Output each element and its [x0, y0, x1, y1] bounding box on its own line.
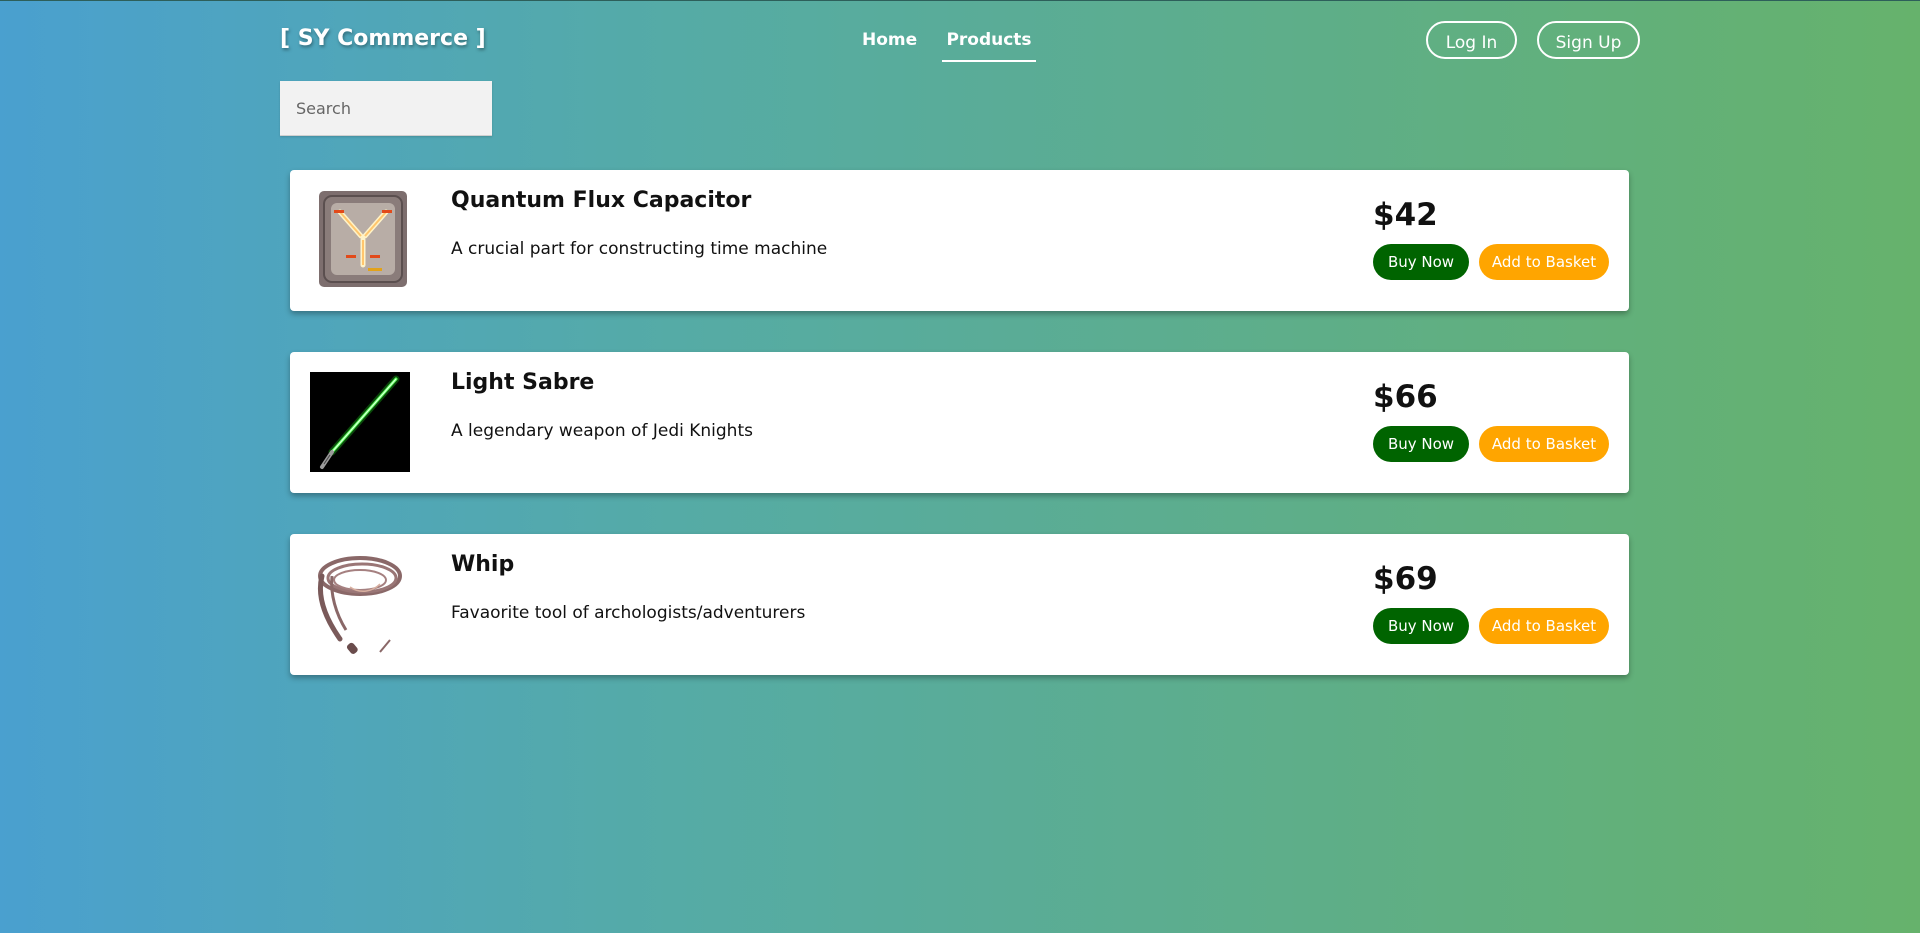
- buy-now-button[interactable]: Buy Now: [1373, 426, 1469, 462]
- buy-now-button[interactable]: Buy Now: [1373, 244, 1469, 280]
- product-price: $66: [1373, 379, 1438, 415]
- add-to-basket-button[interactable]: Add to Basket: [1479, 244, 1609, 280]
- nav-link-products[interactable]: Products: [942, 30, 1036, 62]
- signup-button[interactable]: Sign Up: [1537, 21, 1640, 59]
- product-price: $69: [1373, 561, 1438, 597]
- light-sabre-image: [310, 372, 410, 472]
- top-border: [0, 0, 1920, 1]
- add-to-basket-button[interactable]: Add to Basket: [1479, 608, 1609, 644]
- add-to-basket-button[interactable]: Add to Basket: [1479, 426, 1609, 462]
- product-price: $42: [1373, 197, 1438, 233]
- product-title[interactable]: Quantum Flux Capacitor: [451, 188, 751, 213]
- product-card: Quantum Flux Capacitor A crucial part fo…: [290, 170, 1629, 311]
- product-description: A crucial part for constructing time mac…: [451, 239, 828, 259]
- nav-link-home[interactable]: Home: [862, 30, 917, 60]
- buy-now-button[interactable]: Buy Now: [1373, 608, 1469, 644]
- search-input[interactable]: [280, 81, 492, 136]
- product-title[interactable]: Whip: [451, 552, 514, 577]
- product-card: Whip Favaorite tool of archologists/adve…: [290, 534, 1629, 675]
- product-description: Favaorite tool of archologists/adventure…: [451, 603, 806, 623]
- product-title[interactable]: Light Sabre: [451, 370, 594, 395]
- whip-image: [310, 554, 410, 654]
- product-description: A legendary weapon of Jedi Knights: [451, 421, 753, 441]
- login-button[interactable]: Log In: [1426, 21, 1517, 59]
- flux-capacitor-image: [310, 190, 410, 290]
- product-card: Light Sabre A legendary weapon of Jedi K…: [290, 352, 1629, 493]
